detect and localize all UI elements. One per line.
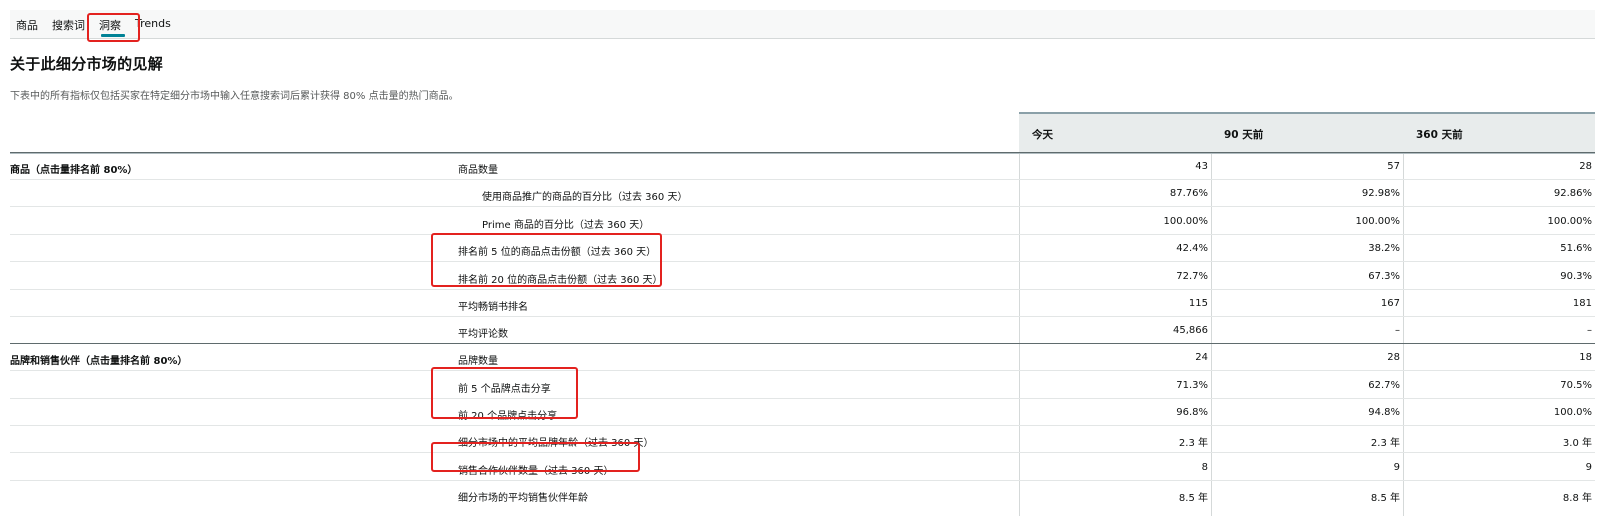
- table-row: 销售合作伙伴数量（过去 360 天） 8 9 9: [10, 454, 1595, 481]
- value-90-days: 8.5 年: [1370, 493, 1400, 504]
- metric-label: 平均畅销书排名: [458, 302, 528, 313]
- table-row: 平均评论数 45,866 – –: [10, 317, 1595, 344]
- metric-label: 排名前 5 位的商品点击份额（过去 360 天）: [458, 247, 657, 258]
- tab-search-terms[interactable]: 搜索词: [52, 17, 85, 33]
- insights-page: 商品 搜索词 洞察 Trends 关于此细分市场的见解 下表中的所有指标仅包括买…: [0, 0, 1605, 516]
- table-row: 细分市场的平均销售伙伴年龄 8.5 年 8.5 年 8.8 年: [10, 481, 1595, 508]
- value-today: 42.4%: [1176, 243, 1208, 254]
- value-today: 96.8%: [1176, 407, 1208, 418]
- page-title: 关于此细分市场的见解: [10, 55, 164, 73]
- metric-label: 使用商品推广的商品的百分比（过去 360 天）: [482, 192, 688, 203]
- metric-label: 前 20 个品牌点击分享: [458, 411, 558, 422]
- metric-label: 品牌数量: [458, 356, 498, 367]
- page-description: 下表中的所有指标仅包括买家在特定细分市场中输入任意搜索词后累计获得 80% 点击…: [10, 91, 459, 102]
- value-360-days: 3.0 年: [1562, 438, 1592, 449]
- value-360-days: 8.8 年: [1562, 493, 1592, 504]
- value-90-days: 57: [1387, 161, 1400, 172]
- value-90-days: 94.8%: [1368, 407, 1400, 418]
- table-row: 排名前 20 位的商品点击份额（过去 360 天） 72.7% 67.3% 90…: [10, 263, 1595, 290]
- value-90-days: 167: [1380, 298, 1400, 309]
- table-row: 排名前 5 位的商品点击份额（过去 360 天） 42.4% 38.2% 51.…: [10, 235, 1595, 262]
- value-90-days: 2.3 年: [1370, 438, 1400, 449]
- active-tab-indicator: [101, 34, 125, 37]
- column-header-90-days[interactable]: 90 天前: [1224, 127, 1263, 142]
- table-row: 细分市场中的平均品牌年龄（过去 360 天） 2.3 年 2.3 年 3.0 年: [10, 426, 1595, 453]
- value-360-days: 181: [1572, 298, 1592, 309]
- value-90-days: 28: [1387, 352, 1400, 363]
- metric-label: 前 5 个品牌点击分享: [458, 384, 551, 395]
- table-row: 平均畅销书排名 115 167 181: [10, 290, 1595, 317]
- metric-label: Prime 商品的百分比（过去 360 天）: [482, 220, 650, 231]
- value-360-days: 92.86%: [1553, 188, 1592, 199]
- table-row: Prime 商品的百分比（过去 360 天） 100.00% 100.00% 1…: [10, 208, 1595, 235]
- value-today: 8.5 年: [1178, 493, 1208, 504]
- value-360-days: 28: [1579, 161, 1592, 172]
- table-row: 品牌和销售伙伴（点击量排名前 80%） 品牌数量 24 28 18: [10, 343, 1595, 371]
- tab-bar: 商品 搜索词 洞察 Trends: [10, 10, 1595, 39]
- metric-label: 平均评论数: [458, 329, 508, 340]
- value-90-days: 62.7%: [1368, 380, 1400, 391]
- tab-insights[interactable]: 洞察: [99, 17, 121, 33]
- value-today: 72.7%: [1176, 271, 1208, 282]
- tab-products[interactable]: 商品: [16, 17, 38, 33]
- section-label-products: 商品（点击量排名前 80%）: [10, 165, 138, 176]
- value-360-days: 100.00%: [1547, 216, 1593, 227]
- tab-trends[interactable]: Trends: [135, 17, 171, 30]
- table-row: 前 20 个品牌点击分享 96.8% 94.8% 100.0%: [10, 399, 1595, 426]
- value-360-days: 9: [1585, 462, 1592, 473]
- value-today: 115: [1188, 298, 1208, 309]
- value-360-days: –: [1587, 325, 1592, 336]
- value-today: 2.3 年: [1178, 438, 1208, 449]
- metric-label: 销售合作伙伴数量（过去 360 天）: [458, 466, 614, 477]
- section-label-brands: 品牌和销售伙伴（点击量排名前 80%）: [10, 356, 188, 367]
- value-360-days: 51.6%: [1560, 243, 1592, 254]
- column-header-360-days[interactable]: 360 天前: [1416, 127, 1463, 142]
- value-90-days: 100.00%: [1355, 216, 1401, 227]
- value-today: 100.00%: [1163, 216, 1209, 227]
- metric-label: 排名前 20 位的商品点击份额（过去 360 天）: [458, 275, 663, 286]
- value-90-days: 9: [1393, 462, 1400, 473]
- metric-label: 商品数量: [458, 165, 498, 176]
- table-row: 使用商品推广的商品的百分比（过去 360 天） 87.76% 92.98% 92…: [10, 180, 1595, 207]
- value-today: 45,866: [1173, 325, 1208, 336]
- value-today: 87.76%: [1169, 188, 1208, 199]
- table-header-band: [1019, 112, 1595, 154]
- value-360-days: 18: [1579, 352, 1592, 363]
- value-360-days: 70.5%: [1560, 380, 1592, 391]
- value-90-days: 92.98%: [1361, 188, 1400, 199]
- column-header-today[interactable]: 今天: [1032, 127, 1053, 142]
- value-today: 24: [1195, 352, 1208, 363]
- value-today: 71.3%: [1176, 380, 1208, 391]
- table-row: 商品（点击量排名前 80%） 商品数量 43 57 28: [10, 152, 1595, 180]
- metric-label: 细分市场的平均销售伙伴年龄: [458, 493, 588, 504]
- value-90-days: 38.2%: [1368, 243, 1400, 254]
- value-90-days: 67.3%: [1368, 271, 1400, 282]
- value-90-days: –: [1395, 325, 1400, 336]
- value-today: 8: [1201, 462, 1208, 473]
- table-row: 前 5 个品牌点击分享 71.3% 62.7% 70.5%: [10, 372, 1595, 399]
- metric-label: 细分市场中的平均品牌年龄（过去 360 天）: [458, 438, 654, 449]
- value-360-days: 90.3%: [1560, 271, 1592, 282]
- value-today: 43: [1195, 161, 1208, 172]
- value-360-days: 100.0%: [1553, 407, 1592, 418]
